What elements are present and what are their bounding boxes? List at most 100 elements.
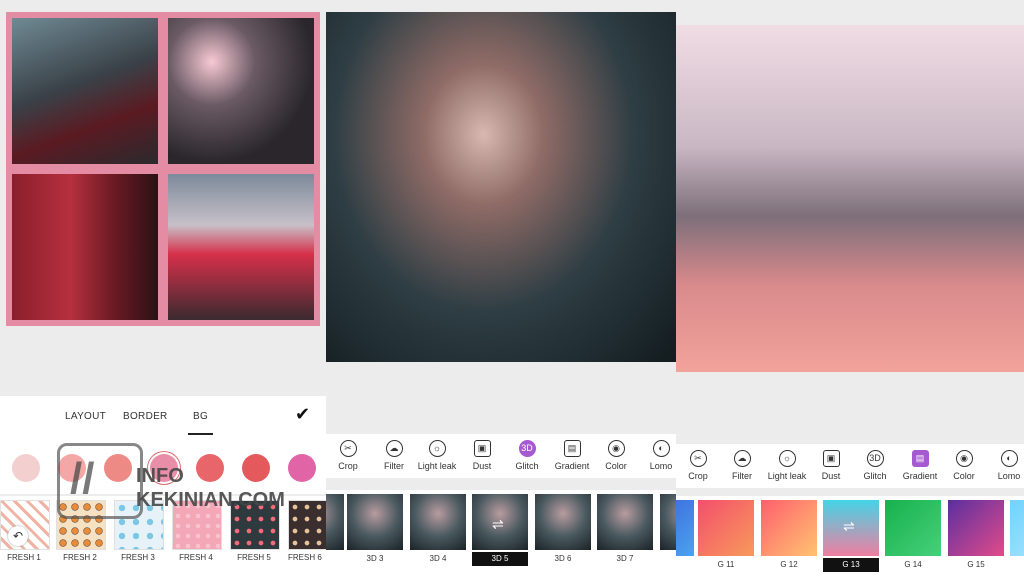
watermark-glyph: // bbox=[70, 454, 95, 503]
edit-tool-bar: ✂ Crop ☁ Filter ☼ Light leak ▣ Dust 3D G… bbox=[676, 444, 1024, 488]
preset-label: 3D 7 bbox=[616, 554, 634, 563]
tab-layout[interactable]: LAYOUT bbox=[65, 411, 106, 422]
dust-icon: ▣ bbox=[473, 440, 491, 457]
light-leak-icon: ☼ bbox=[778, 450, 796, 467]
tool-color[interactable]: ◉ Color bbox=[940, 450, 988, 481]
tab-border[interactable]: BORDER bbox=[123, 411, 168, 422]
pattern-label: FRESH 4 bbox=[179, 553, 213, 562]
tab-bg[interactable]: BG bbox=[193, 411, 208, 422]
gradient-editor-panel: ✂ Crop ☁ Filter ☼ Light leak ▣ Dust 3D G… bbox=[676, 0, 1024, 576]
color-icon: ◉ bbox=[955, 450, 973, 467]
undo-icon[interactable]: ↶ bbox=[8, 526, 28, 546]
gradient-preset-list: G 11 G 12 ⇌ G 13 G 14 G 15 bbox=[676, 496, 1024, 576]
tool-color[interactable]: ◉ Color bbox=[592, 440, 640, 471]
collage-photo-girl[interactable] bbox=[168, 174, 314, 320]
preset-thumb[interactable] bbox=[347, 494, 403, 550]
preset-thumb[interactable] bbox=[660, 494, 676, 550]
tool-label: Crop bbox=[688, 471, 708, 481]
tool-label: Light leak bbox=[417, 461, 457, 471]
gradient-label: G 14 bbox=[904, 560, 922, 569]
glitch-icon: 3D bbox=[518, 440, 536, 457]
preset-thumb[interactable] bbox=[410, 494, 466, 550]
preset-thumb[interactable] bbox=[535, 494, 591, 550]
glitch-editor-panel: ✂ Crop ☁ Filter ☼ Light leak ▣ Dust 3D G… bbox=[326, 0, 676, 576]
lomo-icon: ◐ bbox=[652, 440, 670, 457]
edited-photo-street[interactable] bbox=[676, 25, 1024, 372]
crop-icon: ✂ bbox=[689, 450, 707, 467]
edit-tool-bar: ✂ Crop ☁ Filter ☼ Light leak ▣ Dust 3D G… bbox=[326, 434, 676, 478]
tool-label: Gradient bbox=[554, 461, 590, 471]
tool-label: Color bbox=[953, 471, 975, 481]
confirm-check-icon[interactable]: ✔ bbox=[295, 404, 315, 424]
gradient-icon: ▤ bbox=[911, 450, 929, 467]
tool-label: Glitch bbox=[863, 471, 887, 481]
gradient-thumb[interactable] bbox=[676, 500, 694, 556]
preset-thumb[interactable] bbox=[597, 494, 653, 550]
collage-frame[interactable] bbox=[6, 12, 320, 326]
tool-label: Filter bbox=[384, 461, 404, 471]
crop-icon: ✂ bbox=[339, 440, 357, 457]
gradient-label: G 15 bbox=[967, 560, 985, 569]
active-tab-indicator bbox=[188, 433, 213, 435]
tool-filter[interactable]: ☁ Filter bbox=[718, 450, 766, 481]
dust-icon: ▣ bbox=[822, 450, 840, 467]
color-icon: ◉ bbox=[607, 440, 625, 457]
preset-thumb-selected[interactable]: ⇌ bbox=[470, 492, 530, 552]
preset-label: 3D 4 bbox=[429, 554, 447, 563]
preset-label: 3D 3 bbox=[366, 554, 384, 563]
glitch-icon: 3D bbox=[866, 450, 884, 467]
tool-label: Gradient bbox=[902, 471, 938, 481]
watermark-text: INFO KEKINIAN.COM bbox=[136, 465, 285, 511]
collage-photo-camera[interactable] bbox=[168, 18, 314, 164]
pattern-label: FRESH 6 bbox=[288, 553, 322, 562]
tool-label: Lomo bbox=[997, 471, 1021, 481]
adjust-sliders-icon[interactable]: ⇌ bbox=[492, 516, 504, 533]
watermark-logo: // bbox=[57, 443, 143, 519]
light-leak-icon: ☼ bbox=[428, 440, 446, 457]
tool-label: Filter bbox=[732, 471, 752, 481]
tool-crop[interactable]: ✂ Crop bbox=[676, 450, 722, 481]
gradient-label: G 11 bbox=[717, 560, 735, 569]
tool-gradient[interactable]: ▤ Gradient bbox=[896, 450, 944, 481]
color-swatch[interactable] bbox=[12, 454, 40, 482]
glitch-preset-list: 3D 3 3D 4 ⇌ 3D 5 3D 6 3D 7 bbox=[326, 490, 676, 576]
tool-label: Dust bbox=[821, 471, 841, 481]
gradient-thumb[interactable] bbox=[1010, 500, 1024, 556]
tool-light-leak[interactable]: ☼ Light leak bbox=[412, 440, 462, 471]
tool-label: Light leak bbox=[767, 471, 807, 481]
tool-glitch[interactable]: 3D Glitch bbox=[503, 440, 551, 471]
gradient-label-selected: G 13 bbox=[823, 558, 879, 572]
gradient-thumb[interactable] bbox=[761, 500, 817, 556]
pattern-label: FRESH 5 bbox=[237, 553, 271, 562]
tool-lomo[interactable]: ◐ Lomo bbox=[984, 450, 1024, 481]
gradient-icon: ▤ bbox=[563, 440, 581, 457]
pattern-label: FRESH 1 bbox=[7, 553, 41, 562]
gradient-thumb-selected[interactable]: ⇌ bbox=[823, 500, 879, 556]
tool-lomo[interactable]: ◐ Lomo bbox=[636, 440, 676, 471]
filter-icon: ☁ bbox=[733, 450, 751, 467]
tool-label: Dust bbox=[472, 461, 492, 471]
pattern-label: FRESH 3 bbox=[121, 553, 155, 562]
tool-dust[interactable]: ▣ Dust bbox=[807, 450, 855, 481]
edited-photo-glitch[interactable] bbox=[326, 12, 676, 362]
tool-label: Glitch bbox=[515, 461, 539, 471]
adjust-sliders-icon[interactable]: ⇌ bbox=[843, 518, 855, 535]
collage-photo-door[interactable] bbox=[12, 174, 158, 320]
tool-gradient[interactable]: ▤ Gradient bbox=[548, 440, 596, 471]
tool-filter[interactable]: ☁ Filter bbox=[370, 440, 418, 471]
gradient-thumb[interactable] bbox=[698, 500, 754, 556]
preset-label-selected: 3D 5 bbox=[472, 552, 528, 566]
filter-icon: ☁ bbox=[385, 440, 403, 457]
tool-label: Color bbox=[605, 461, 627, 471]
collage-photo-car[interactable] bbox=[12, 18, 158, 164]
gradient-thumb[interactable] bbox=[948, 500, 1004, 556]
tool-glitch[interactable]: 3D Glitch bbox=[851, 450, 899, 481]
tool-label: Lomo bbox=[649, 461, 673, 471]
gradient-label: G 12 bbox=[780, 560, 798, 569]
preset-label: 3D 6 bbox=[554, 554, 572, 563]
gradient-thumb[interactable] bbox=[885, 500, 941, 556]
lomo-icon: ◐ bbox=[1000, 450, 1018, 467]
collage-tabs: LAYOUT BORDER BG ✔ bbox=[0, 396, 326, 446]
tool-dust[interactable]: ▣ Dust bbox=[458, 440, 506, 471]
tool-light-leak[interactable]: ☼ Light leak bbox=[762, 450, 812, 481]
